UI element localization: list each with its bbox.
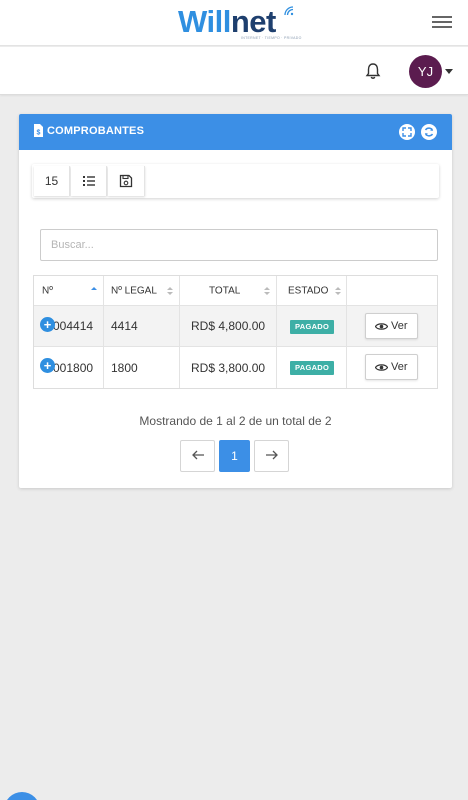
column-header-estado[interactable]: ESTADO <box>277 276 347 305</box>
column-header-numero[interactable]: Nº <box>34 276 104 305</box>
sort-icon <box>167 286 173 295</box>
cell-numero: 001800 + <box>34 347 104 388</box>
pagination-info: Mostrando de 1 al 2 de un total de 2 <box>139 414 332 428</box>
svg-text:$: $ <box>37 130 41 137</box>
column-header-actions <box>347 276 437 305</box>
columns-button[interactable] <box>71 166 107 196</box>
panel-title: COMPROBANTES <box>47 125 145 137</box>
arrow-right-icon <box>265 450 278 460</box>
column-header-legal[interactable]: Nº LEGAL <box>104 276 180 305</box>
cell-estado: PAGADO <box>277 347 347 388</box>
bell-icon[interactable] <box>363 61 383 81</box>
page-1-button[interactable]: 1 <box>219 440 250 472</box>
table-row: 004414 + 4414 RD$ 4,800.00 PAGADO Ver <box>34 306 437 347</box>
next-page-button[interactable] <box>254 440 289 472</box>
cell-estado: PAGADO <box>277 306 347 346</box>
view-button[interactable]: Ver <box>365 354 418 380</box>
eye-icon <box>375 323 388 330</box>
eye-icon <box>375 364 388 371</box>
prev-page-button[interactable] <box>180 440 215 472</box>
expand-row-icon[interactable]: + <box>40 358 55 373</box>
cell-total: RD$ 3,800.00 <box>180 347 277 388</box>
cell-legal: 1800 <box>104 347 180 388</box>
page-size-button[interactable]: 15 <box>34 166 70 196</box>
floating-action-button[interactable] <box>4 792 40 800</box>
document-icon: $ <box>34 124 43 137</box>
cell-total: RD$ 4,800.00 <box>180 306 277 346</box>
top-bar: Willnet INTERNET · TIEMPO · PRIVADO <box>0 0 468 46</box>
cell-actions: Ver <box>347 347 437 388</box>
wifi-icon <box>284 6 294 16</box>
table-header-row: Nº Nº LEGAL TOTAL ESTADO <box>34 276 437 306</box>
arrow-left-icon <box>191 450 204 460</box>
sort-asc-icon <box>91 286 97 290</box>
table-row: 001800 + 1800 RD$ 3,800.00 PAGADO Ver <box>34 347 437 388</box>
search-input[interactable] <box>40 229 438 261</box>
table-toolbar: 15 <box>32 164 439 198</box>
avatar[interactable]: YJ <box>409 55 442 88</box>
cell-actions: Ver <box>347 306 437 346</box>
user-bar: YJ <box>0 47 468 95</box>
brand-logo[interactable]: Willnet INTERNET · TIEMPO · PRIVADO <box>178 2 301 44</box>
list-icon <box>82 176 95 186</box>
expand-row-icon[interactable]: + <box>40 317 55 332</box>
save-icon <box>119 174 133 188</box>
cell-numero: 004414 + <box>34 306 104 346</box>
column-header-total[interactable]: TOTAL <box>180 276 277 305</box>
hamburger-icon[interactable] <box>432 16 452 30</box>
cell-legal: 4414 <box>104 306 180 346</box>
panel-header: $ COMPROBANTES <box>19 114 452 150</box>
export-button[interactable] <box>108 166 145 196</box>
brand-tagline: INTERNET · TIEMPO · PRIVADO <box>241 36 302 40</box>
status-badge: PAGADO <box>290 320 335 334</box>
refresh-icon[interactable] <box>421 124 437 140</box>
sort-icon <box>335 286 341 295</box>
expand-icon[interactable] <box>399 124 415 140</box>
status-badge: PAGADO <box>290 361 335 375</box>
comprobantes-panel: $ COMPROBANTES 15 Buscar... Nº Nº LEGAL … <box>19 114 452 488</box>
comprobantes-table: Nº Nº LEGAL TOTAL ESTADO 004414 + 4414 R… <box>33 275 438 389</box>
chevron-down-icon[interactable] <box>445 69 453 74</box>
sort-icon <box>264 286 270 295</box>
view-button[interactable]: Ver <box>365 313 418 339</box>
